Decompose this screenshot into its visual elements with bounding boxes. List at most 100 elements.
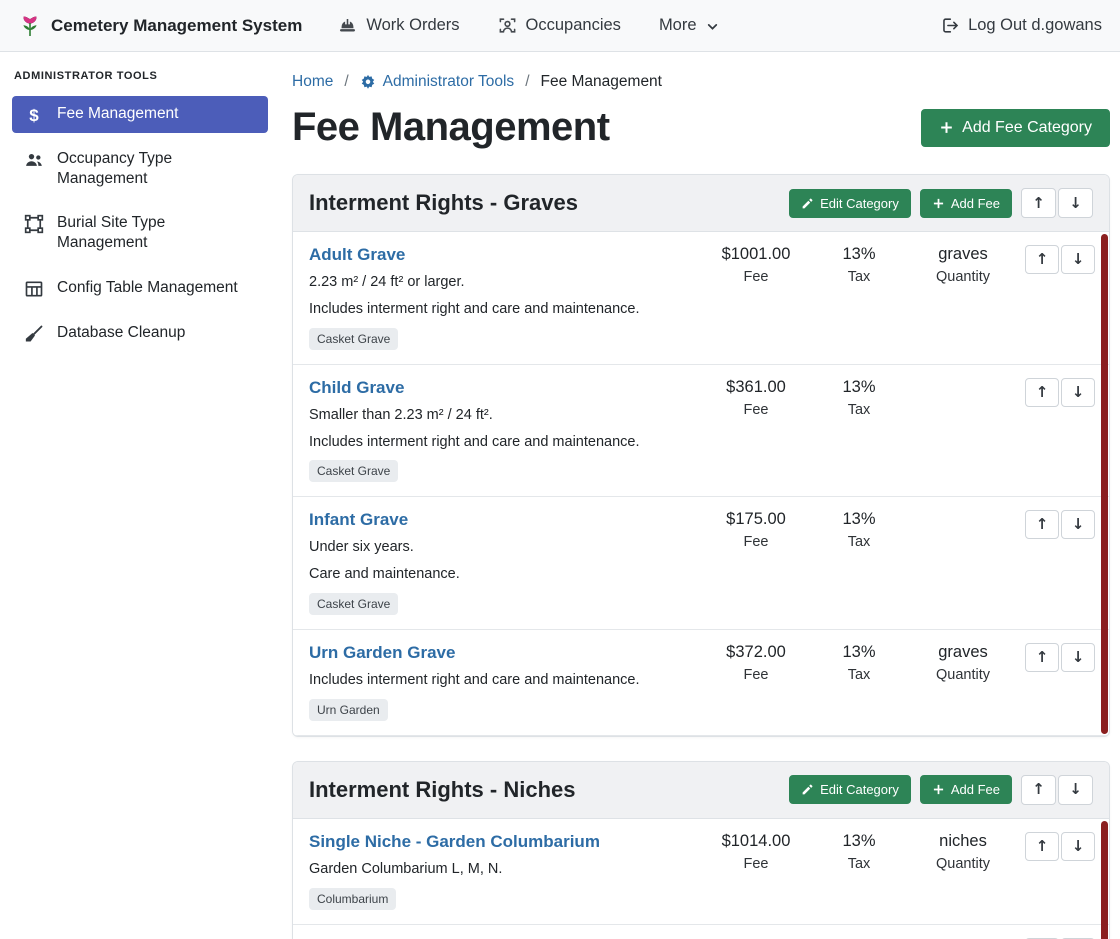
move-fee-down-button[interactable]: ↓ bbox=[1061, 510, 1095, 539]
tax-cell: 13% Tax bbox=[811, 378, 907, 418]
quantity-value: graves bbox=[907, 245, 1019, 264]
tax-value: 13% bbox=[811, 510, 907, 529]
move-category-up-button[interactable]: ↑ bbox=[1021, 188, 1056, 218]
sidebar-item-fee-management[interactable]: $ Fee Management bbox=[12, 96, 268, 133]
add-fee-category-button[interactable]: Add Fee Category bbox=[921, 109, 1110, 147]
move-fee-up-button[interactable]: ↑ bbox=[1025, 643, 1059, 672]
tax-cell: 13% Tax bbox=[811, 832, 907, 872]
tax-value: 13% bbox=[811, 832, 907, 851]
move-category-up-button[interactable]: ↑ bbox=[1021, 775, 1056, 805]
fee-row: Adult Grave 2.23 m² / 24 ft² or larger. … bbox=[293, 232, 1109, 365]
move-category-down-button[interactable]: ↓ bbox=[1058, 188, 1093, 218]
breadcrumb-separator: / bbox=[344, 73, 348, 91]
breadcrumb-home-link[interactable]: Home bbox=[292, 73, 333, 91]
pencil-icon bbox=[801, 783, 814, 796]
quantity-cell bbox=[907, 378, 1019, 383]
top-navbar: Cemetery Management System Work Orders O… bbox=[0, 0, 1120, 52]
people-icon bbox=[24, 150, 44, 170]
tax-cell: 13% Tax bbox=[811, 510, 907, 550]
arrow-down-icon: ↓ bbox=[1072, 517, 1085, 532]
fee-type-badge: Casket Grave bbox=[309, 593, 398, 615]
quantity-label: Quantity bbox=[907, 269, 1019, 285]
gear-icon bbox=[360, 74, 376, 90]
fee-row: Companion Niche - Garden Columbarium Gar… bbox=[293, 925, 1109, 939]
move-fee-up-button[interactable]: ↑ bbox=[1025, 832, 1059, 861]
fee-reorder-group: ↑ ↓ bbox=[1019, 378, 1095, 407]
quantity-value: graves bbox=[907, 643, 1019, 662]
arrow-down-icon: ↓ bbox=[1072, 252, 1085, 267]
chevron-down-icon bbox=[706, 20, 719, 33]
fee-amount-label: Fee bbox=[701, 269, 811, 285]
arrow-up-icon: ↑ bbox=[1032, 196, 1045, 211]
move-fee-down-button[interactable]: ↓ bbox=[1061, 643, 1095, 672]
move-fee-up-button[interactable]: ↑ bbox=[1025, 510, 1059, 539]
fee-name-link[interactable]: Single Niche - Garden Columbarium bbox=[309, 832, 600, 852]
fee-description: Under six years. bbox=[309, 538, 701, 557]
sidebar-item-occupancy-type-management[interactable]: Occupancy Type Management bbox=[12, 141, 268, 197]
app-brand[interactable]: Cemetery Management System bbox=[18, 14, 302, 38]
category-body: Single Niche - Garden Columbarium Garden… bbox=[293, 819, 1109, 939]
nav-more[interactable]: More bbox=[659, 16, 719, 35]
fee-description: Garden Columbarium L, M, N. bbox=[309, 860, 701, 879]
breadcrumb-admin-tools-link[interactable]: Administrator Tools bbox=[360, 73, 515, 91]
sidebar-heading: ADMINISTRATOR TOOLS bbox=[14, 70, 266, 82]
fee-description: Includes interment right and care and ma… bbox=[309, 433, 701, 452]
quantity-cell: graves Quantity bbox=[907, 643, 1019, 683]
fee-amount-cell: $1014.00 Fee bbox=[701, 832, 811, 872]
edit-category-button[interactable]: Edit Category bbox=[789, 189, 911, 218]
main-content: Home / Administrator Tools / Fee Managem… bbox=[280, 52, 1120, 939]
fee-reorder-group: ↑ ↓ bbox=[1019, 245, 1095, 274]
fee-amount-value: $175.00 bbox=[701, 510, 811, 529]
category-reorder-group: ↑ ↓ bbox=[1021, 188, 1093, 218]
sidebar-item-label: Database Cleanup bbox=[57, 323, 185, 343]
fee-description: Care and maintenance. bbox=[309, 565, 701, 584]
fee-name-link[interactable]: Adult Grave bbox=[309, 245, 405, 265]
nav-work-orders[interactable]: Work Orders bbox=[338, 16, 459, 35]
move-fee-up-button[interactable]: ↑ bbox=[1025, 245, 1059, 274]
arrow-up-icon: ↑ bbox=[1032, 782, 1045, 797]
fee-name-link[interactable]: Urn Garden Grave bbox=[309, 643, 455, 663]
add-fee-button[interactable]: Add Fee bbox=[920, 775, 1012, 804]
page-header: Fee Management Add Fee Category bbox=[292, 105, 1110, 150]
tax-value: 13% bbox=[811, 643, 907, 662]
fee-name-link[interactable]: Child Grave bbox=[309, 378, 404, 398]
move-fee-down-button[interactable]: ↓ bbox=[1061, 832, 1095, 861]
logout-link[interactable]: Log Out d.gowans bbox=[940, 16, 1102, 35]
arrow-down-icon: ↓ bbox=[1072, 385, 1085, 400]
card-scrollbar[interactable] bbox=[1101, 821, 1108, 939]
tulip-logo-icon bbox=[18, 14, 42, 38]
fee-amount-value: $372.00 bbox=[701, 643, 811, 662]
edit-category-button[interactable]: Edit Category bbox=[789, 775, 911, 804]
edit-category-label: Edit Category bbox=[820, 782, 899, 797]
card-scrollbar[interactable] bbox=[1101, 234, 1108, 734]
add-fee-button[interactable]: Add Fee bbox=[920, 189, 1012, 218]
fee-amount-value: $361.00 bbox=[701, 378, 811, 397]
move-category-down-button[interactable]: ↓ bbox=[1058, 775, 1093, 805]
plus-icon bbox=[939, 120, 954, 135]
nav-more-label: More bbox=[659, 16, 697, 35]
fee-type-badge: Casket Grave bbox=[309, 328, 398, 350]
fee-info: Infant Grave Under six years. Care and m… bbox=[309, 510, 701, 615]
nav-occupancies[interactable]: Occupancies bbox=[498, 16, 621, 35]
category-reorder-group: ↑ ↓ bbox=[1021, 775, 1093, 805]
arrow-up-icon: ↑ bbox=[1036, 839, 1049, 854]
quantity-value: niches bbox=[907, 832, 1019, 851]
breadcrumb-admin-tools-label: Administrator Tools bbox=[383, 73, 515, 91]
fee-category-card: Interment Rights - Niches Edit Category … bbox=[292, 761, 1110, 939]
fee-row: Urn Garden Grave Includes interment righ… bbox=[293, 630, 1109, 736]
fee-row: Infant Grave Under six years. Care and m… bbox=[293, 497, 1109, 630]
move-fee-up-button[interactable]: ↑ bbox=[1025, 378, 1059, 407]
tax-label: Tax bbox=[811, 402, 907, 418]
fee-description: 2.23 m² / 24 ft² or larger. bbox=[309, 273, 701, 292]
sidebar-item-database-cleanup[interactable]: Database Cleanup bbox=[12, 315, 268, 352]
sidebar-item-burial-site-type-management[interactable]: Burial Site Type Management bbox=[12, 205, 268, 261]
arrow-up-icon: ↑ bbox=[1036, 385, 1049, 400]
arrow-up-icon: ↑ bbox=[1036, 650, 1049, 665]
admin-sidebar: ADMINISTRATOR TOOLS $ Fee Management Occ… bbox=[0, 52, 280, 939]
sidebar-item-config-table-management[interactable]: Config Table Management bbox=[12, 270, 268, 307]
fee-reorder-group: ↑ ↓ bbox=[1019, 510, 1095, 539]
move-fee-down-button[interactable]: ↓ bbox=[1061, 245, 1095, 274]
fee-name-link[interactable]: Infant Grave bbox=[309, 510, 408, 530]
move-fee-down-button[interactable]: ↓ bbox=[1061, 378, 1095, 407]
hard-hat-icon bbox=[338, 16, 357, 35]
